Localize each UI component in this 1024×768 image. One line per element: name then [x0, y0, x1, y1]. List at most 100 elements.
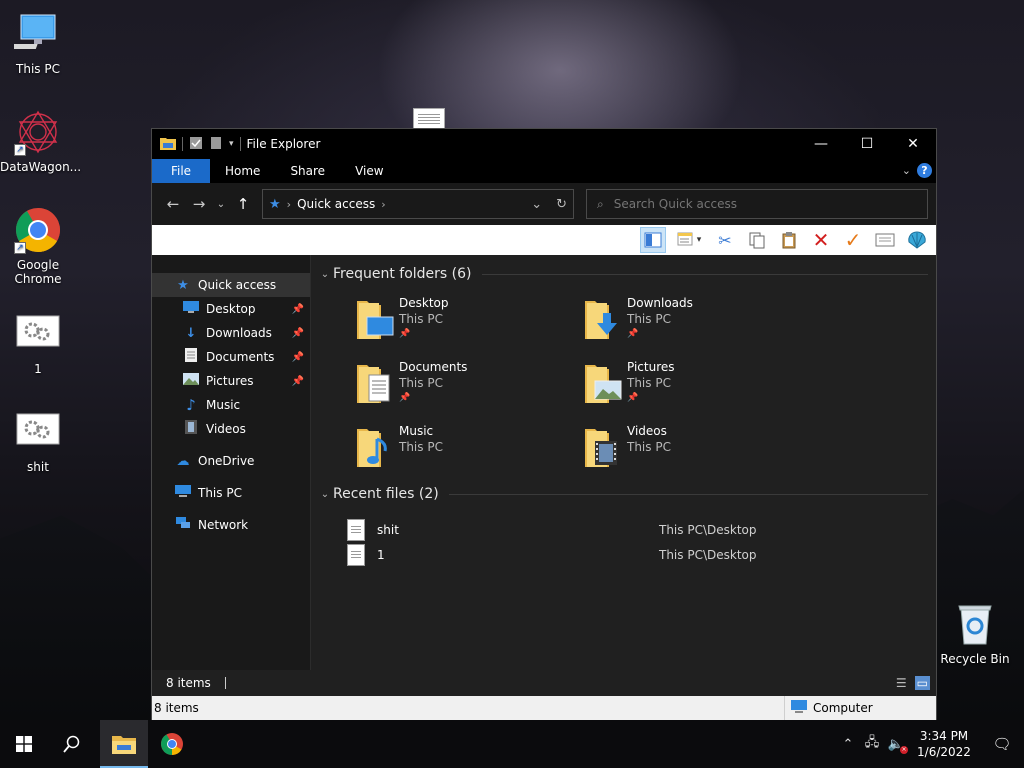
sidebar-item-videos[interactable]: Videos	[152, 417, 310, 441]
pin-icon[interactable]: 📌	[292, 304, 304, 315]
action-center-icon[interactable]: 🗨	[980, 735, 1024, 753]
item-count: 8 items	[166, 676, 211, 690]
start-button[interactable]	[0, 720, 48, 768]
list-item[interactable]: shit This PC\Desktop	[347, 517, 936, 542]
sidebar-item-this-pc[interactable]: This PC	[152, 481, 310, 505]
cut-scissors-icon[interactable]: ✂	[712, 227, 738, 253]
title-bar[interactable]: ▾ File Explorer — ☐ ✕	[152, 129, 936, 159]
expand-ribbon-icon[interactable]: ⌄	[902, 164, 911, 177]
back-arrow-icon[interactable]: ←	[160, 195, 186, 213]
desktop-file-peek[interactable]	[413, 108, 445, 130]
network-status-icon[interactable]: 🖧	[860, 733, 884, 755]
new-folder-icon[interactable]	[209, 136, 223, 153]
folder-tile-music[interactable]: Music This PC	[353, 423, 581, 479]
search-button[interactable]	[48, 720, 96, 768]
folder-tile-videos[interactable]: Videos This PC	[581, 423, 809, 479]
close-button[interactable]: ✕	[890, 129, 936, 159]
address-bar: ← → ⌄ ↑ ★ › Quick access › ⌄ ↻ ⌕	[152, 183, 936, 225]
frequent-folders-header[interactable]: ⌄ Frequent folders (6)	[317, 263, 936, 285]
folder-tile-downloads[interactable]: Downloads This PC 📌	[581, 295, 809, 351]
pin-icon[interactable]: 📌	[292, 328, 304, 339]
tab-file[interactable]: File	[152, 159, 210, 183]
volume-muted-icon[interactable]: 🔈 ×	[884, 737, 908, 754]
recent-locations-icon[interactable]: ⌄	[212, 199, 230, 210]
sidebar-item-documents[interactable]: Documents 📌	[152, 345, 310, 369]
recent-files-header[interactable]: ⌄ Recent files (2)	[317, 483, 936, 505]
monitor-icon	[11, 10, 62, 58]
shortcut-arrow-icon: ↗	[14, 242, 26, 254]
file-path: This PC\Desktop	[659, 522, 757, 537]
layout-options-icon[interactable]: ▾	[672, 227, 706, 253]
delete-x-icon[interactable]: ✕	[808, 227, 834, 253]
desktop-icon-label: 1	[34, 362, 42, 376]
up-arrow-icon[interactable]: ↑	[230, 195, 256, 213]
clock[interactable]: 3:34 PM 1/6/2022	[908, 728, 980, 760]
pin-icon[interactable]: 📌	[399, 327, 449, 341]
search-box[interactable]: ⌕	[586, 189, 928, 219]
taskbar-google-chrome[interactable]	[148, 720, 196, 768]
datawagon-logo-icon: ↗	[14, 108, 62, 156]
desktop-icon-google-chrome[interactable]: ↗ Google Chrome	[0, 206, 76, 286]
tab-view[interactable]: View	[340, 159, 398, 183]
paste-clipboard-icon[interactable]	[776, 227, 802, 253]
sidebar-item-desktop[interactable]: Desktop 📌	[152, 297, 310, 321]
desktop-icon-this-pc[interactable]: This PC	[0, 10, 76, 76]
help-icon[interactable]: ?	[917, 163, 932, 178]
properties-card-icon[interactable]	[872, 227, 898, 253]
customize-quick-access-icon[interactable]: ▾	[229, 139, 234, 149]
minimize-button[interactable]: —	[798, 129, 844, 159]
sidebar-item-quick-access[interactable]: ★ Quick access	[152, 273, 310, 297]
desktop-icon-file-shit[interactable]: shit	[0, 408, 76, 474]
desktop-icon-recycle-bin[interactable]: Recycle Bin	[938, 600, 1012, 666]
address-dropdown-icon[interactable]: ⌄	[531, 197, 542, 212]
refresh-icon[interactable]: ↻	[556, 197, 567, 212]
chrome-icon: ↗	[14, 206, 62, 254]
folder-tile-pictures[interactable]: Pictures This PC 📌	[581, 359, 809, 415]
properties-icon[interactable]	[189, 136, 203, 153]
network-icon	[174, 516, 192, 534]
desktop-icon-datawagon[interactable]: ↗ DataWagon...	[0, 108, 82, 174]
sidebar-item-downloads[interactable]: ↓ Downloads 📌	[152, 321, 310, 345]
search-input[interactable]	[613, 197, 904, 211]
address-location[interactable]: Quick access	[297, 197, 375, 211]
pin-icon[interactable]: 📌	[627, 327, 693, 341]
pin-icon[interactable]: 📌	[627, 391, 675, 405]
navigation-pane-icon[interactable]	[640, 227, 666, 253]
pin-icon[interactable]: 📌	[292, 376, 304, 387]
chevron-right-icon[interactable]: ›	[287, 198, 291, 211]
chevron-down-icon[interactable]: ⌄	[317, 269, 333, 280]
desktop-icon-file-1[interactable]: 1	[0, 310, 76, 376]
large-icons-view-icon[interactable]: ▭	[914, 676, 930, 690]
folder-tile-desktop[interactable]: Desktop This PC 📌	[353, 295, 581, 351]
folder-location: This PC	[627, 440, 671, 454]
list-item[interactable]: 1 This PC\Desktop	[347, 542, 936, 567]
folder-location: This PC	[399, 440, 443, 454]
chevron-down-icon[interactable]: ⌄	[317, 489, 333, 500]
pin-icon[interactable]: 📌	[292, 352, 304, 363]
taskbar-file-explorer[interactable]	[100, 720, 148, 768]
details-view-icon[interactable]: ☰	[896, 676, 907, 690]
folder-tile-documents[interactable]: Documents This PC 📌	[353, 359, 581, 415]
show-hidden-icons-chevron-up-icon[interactable]: ⌃	[836, 737, 860, 752]
forward-arrow-icon[interactable]: →	[186, 195, 212, 213]
tab-share[interactable]: Share	[275, 159, 340, 183]
shell-icon[interactable]	[904, 227, 930, 253]
sidebar-item-music[interactable]: ♪ Music	[152, 393, 310, 417]
recent-files-list: shit This PC\Desktop 1 This PC\Desktop	[317, 505, 936, 567]
maximize-button[interactable]: ☐	[844, 129, 890, 159]
address-field[interactable]: ★ › Quick access › ⌄ ↻	[262, 189, 574, 219]
tab-home[interactable]: Home	[210, 159, 275, 183]
sidebar-item-network[interactable]: Network	[152, 513, 310, 537]
folder-location: This PC	[399, 376, 443, 390]
sidebar-item-pictures[interactable]: Pictures 📌	[152, 369, 310, 393]
rename-check-icon[interactable]: ✓	[840, 227, 866, 253]
chevron-right-icon[interactable]: ›	[381, 198, 385, 211]
sidebar-item-label: Music	[206, 398, 241, 412]
sidebar-item-label: Network	[198, 518, 249, 532]
file-explorer-window: ▾ File Explorer — ☐ ✕ File Home Share Vi…	[151, 128, 937, 721]
sidebar-item-label: Downloads	[206, 326, 272, 340]
desktop-icon-label: DataWagon...	[0, 160, 82, 174]
copy-icon[interactable]	[744, 227, 770, 253]
sidebar-item-onedrive[interactable]: ☁ OneDrive	[152, 449, 310, 473]
pin-icon[interactable]: 📌	[399, 391, 467, 405]
